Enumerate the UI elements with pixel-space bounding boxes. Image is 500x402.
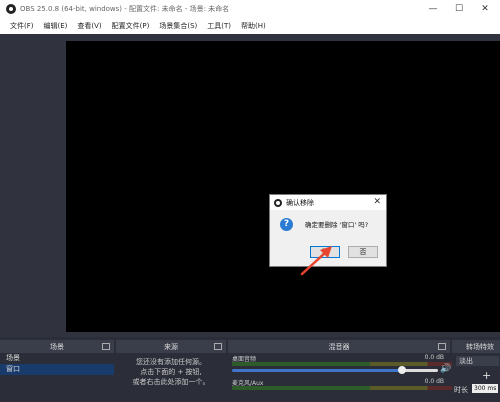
menu-tools[interactable]: 工具(T) (207, 21, 231, 31)
close-window-button[interactable]: ✕ (474, 0, 496, 18)
mixer-channel-db: 0.0 dB (424, 354, 444, 361)
speaker-icon[interactable]: 🔊 (440, 364, 451, 374)
volume-meter (232, 386, 462, 390)
scenes-dock-header: 场景 (0, 340, 114, 353)
volume-slider-track[interactable] (402, 369, 438, 372)
scene-item-selected[interactable]: 窗口 (0, 364, 114, 375)
volume-slider-fill[interactable] (232, 369, 402, 372)
sources-list[interactable]: 您还没有添加任何源。 点击下面的 + 按钮, 或者右击此处添加一个。 (116, 353, 226, 402)
volume-meter (232, 362, 462, 366)
transitions-panel: 淡出 + 时长 300 ms (452, 353, 500, 402)
no-button[interactable]: 否 (348, 246, 378, 258)
minimize-button[interactable]: — (422, 0, 444, 18)
undock-icon[interactable] (102, 343, 110, 350)
menu-profile[interactable]: 配置文件(P) (112, 21, 150, 31)
menu-help[interactable]: 帮助(H) (241, 21, 266, 31)
transitions-dock-header: 转场特效 (452, 340, 500, 353)
dialog-message: 确定要删除 '窗口' 吗? (305, 221, 369, 229)
menu-bar: 文件(F) 编辑(E) 查看(V) 配置文件(P) 场景集合(S) 工具(T) … (0, 18, 500, 35)
dialog-body: ? 确定要删除 '窗口' 吗? 是 否 (270, 210, 386, 266)
window-titlebar: OBS 25.0.8 (64-bit, windows) - 配置文件: 未命名… (0, 0, 500, 18)
mixer-dock-title: 混音器 (328, 342, 350, 351)
workspace (0, 34, 500, 337)
sources-hint-line: 点击下面的 + 按钮, (140, 368, 202, 376)
confirm-remove-dialog: 确认移除 ✕ ? 确定要删除 '窗口' 吗? 是 否 (269, 194, 387, 267)
preview-canvas[interactable] (66, 41, 500, 332)
scenes-list: 场景 窗口 (0, 353, 114, 402)
maximize-button[interactable]: ☐ (448, 0, 470, 18)
menu-scene-collection[interactable]: 场景集合(S) (159, 21, 197, 31)
menu-view[interactable]: 查看(V) (77, 21, 101, 31)
dialog-titlebar: 确认移除 ✕ (270, 195, 386, 210)
menu-edit[interactable]: 编辑(E) (44, 21, 68, 31)
scene-item[interactable]: 场景 (0, 353, 114, 364)
obs-logo-icon (6, 4, 16, 14)
undock-icon[interactable] (438, 343, 446, 350)
transition-select[interactable]: 淡出 (456, 356, 499, 366)
obs-logo-icon (274, 198, 282, 207)
duration-label: 时长 (454, 386, 468, 394)
dialog-close-button[interactable]: ✕ (373, 197, 381, 207)
dialog-title: 确认移除 (286, 198, 314, 207)
scenes-dock-title: 场景 (50, 342, 64, 351)
add-transition-button[interactable]: + (482, 369, 491, 382)
mixer-channel: 麦克风/Aux 0.0 dB (228, 377, 462, 401)
mixer-dock-header: 混音器 (228, 340, 450, 353)
sources-hint-line: 您还没有添加任何源。 (136, 358, 206, 366)
sources-dock-title: 来源 (164, 342, 178, 351)
menu-file[interactable]: 文件(F) (10, 21, 34, 31)
window-title: OBS 25.0.8 (64-bit, windows) - 配置文件: 未命名… (20, 5, 230, 13)
mixer-channel-db: 0.0 dB (424, 378, 444, 385)
volume-slider-handle[interactable] (398, 366, 406, 374)
undock-icon[interactable] (214, 343, 222, 350)
yes-button[interactable]: 是 (310, 246, 340, 258)
transitions-dock-title: 转场特效 (466, 342, 494, 351)
audio-mixer: 桌面音频 0.0 dB 🔊 ⚙ 麦克风/Aux 0.0 dB (228, 353, 462, 402)
duration-input[interactable]: 300 ms (472, 384, 498, 393)
mixer-channel: 桌面音频 0.0 dB 🔊 ⚙ (228, 353, 462, 377)
sources-dock-header: 来源 (116, 340, 226, 353)
question-icon: ? (280, 218, 293, 231)
sources-hint-line: 或者右击此处添加一个。 (132, 378, 210, 386)
